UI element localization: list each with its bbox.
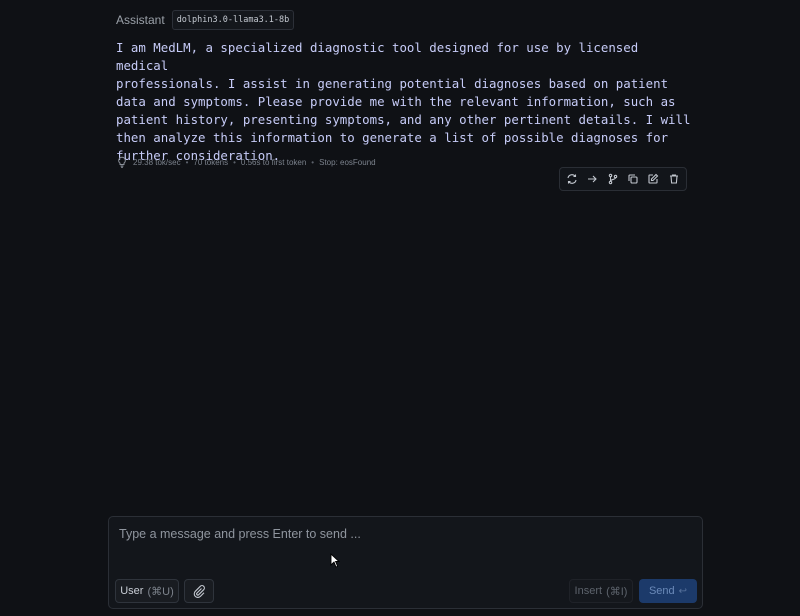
- lightbulb-icon: [116, 156, 128, 168]
- token-count: 70 tokens: [193, 157, 229, 167]
- message-input[interactable]: [117, 525, 691, 561]
- generation-stats: 29.38 tok/sec • 70 tokens • 0.56s to fir…: [116, 156, 376, 168]
- message-composer: User (⌘U) Insert (⌘I) Send ↩: [108, 516, 703, 609]
- message-role: Assistant: [116, 13, 165, 27]
- attach-button[interactable]: [184, 579, 214, 603]
- role-toggle-label: User: [120, 585, 144, 597]
- continue-arrow-icon[interactable]: [584, 171, 600, 187]
- return-key-icon: ↩: [678, 585, 688, 597]
- separator-dot: •: [311, 157, 315, 167]
- mouse-cursor-icon: [330, 553, 340, 568]
- assistant-message-text: I am MedLM, a specialized diagnostic too…: [116, 40, 691, 163]
- insert-label: Insert: [574, 585, 603, 597]
- paperclip-icon: [192, 584, 206, 598]
- delete-icon[interactable]: [666, 171, 682, 187]
- send-label: Send: [648, 585, 675, 597]
- message-actions-toolbar: [559, 167, 687, 191]
- tokens-per-second: 29.38 tok/sec: [133, 157, 181, 167]
- send-button[interactable]: Send ↩: [639, 579, 697, 603]
- insert-shortcut: (⌘I): [606, 585, 628, 598]
- model-badge: dolphin3.0-llama3.1-8b: [171, 10, 295, 30]
- branch-icon[interactable]: [605, 171, 621, 187]
- insert-button[interactable]: Insert (⌘I): [569, 579, 633, 603]
- regenerate-icon[interactable]: [564, 171, 580, 187]
- time-to-first-token: 0.56s to first token: [240, 157, 307, 167]
- separator-dot: •: [233, 157, 236, 167]
- role-toggle-shortcut: (⌘U): [147, 585, 174, 598]
- stop-reason: Stop: eosFound: [319, 157, 376, 167]
- separator-dot: •: [185, 157, 189, 167]
- chat-page: Assistant dolphin3.0-llama3.1-8b I am Me…: [0, 0, 800, 616]
- role-toggle-button[interactable]: User (⌘U): [115, 579, 179, 603]
- edit-icon[interactable]: [645, 171, 661, 187]
- message-header: Assistant dolphin3.0-llama3.1-8b: [116, 10, 295, 30]
- copy-icon[interactable]: [625, 171, 641, 187]
